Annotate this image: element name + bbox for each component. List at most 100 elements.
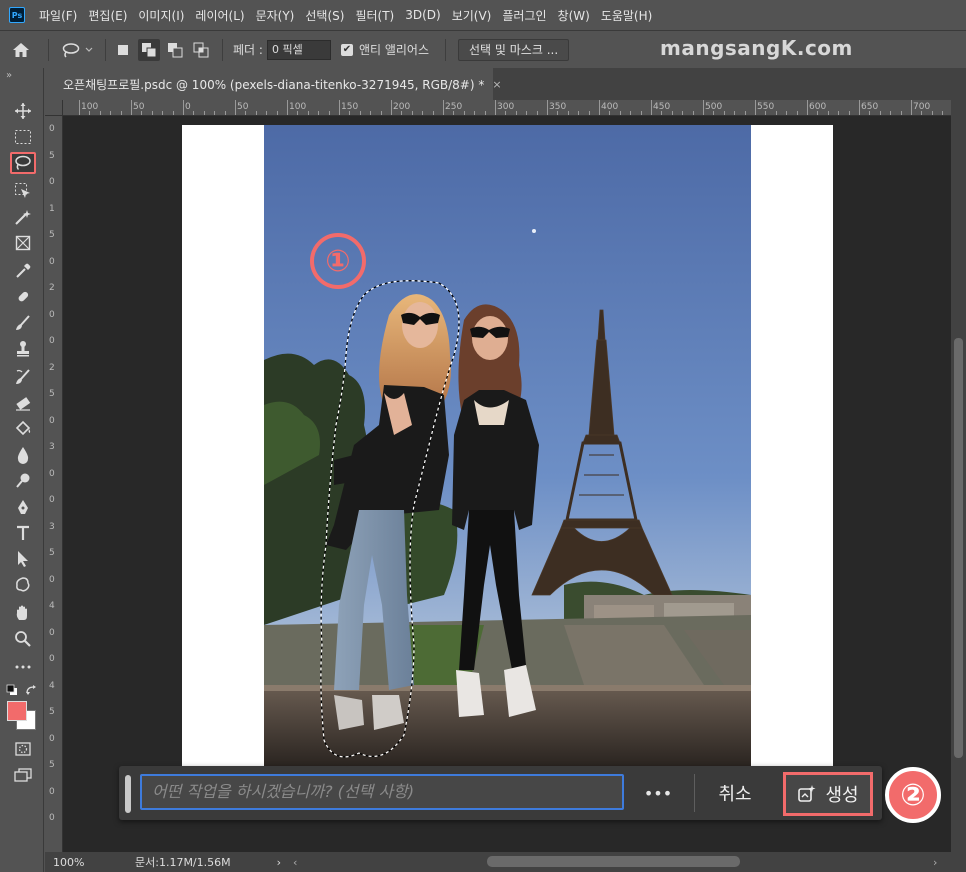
menu-edit[interactable]: 편집(E) (88, 7, 127, 24)
document-tab[interactable]: 오픈채팅프로필.psdc @ 100% (pexels-diana-titenk… (45, 68, 502, 100)
menu-plugins[interactable]: 플러그인 (502, 7, 546, 24)
canvas-area[interactable] (63, 116, 951, 852)
ruler-tick (859, 100, 860, 115)
menu-file[interactable]: 파일(F) (39, 7, 77, 24)
custom-shape-tool-icon[interactable] (10, 574, 36, 596)
ruler-minor-tick (942, 111, 944, 115)
marquee-tool-icon[interactable] (10, 126, 36, 148)
ruler-tick-label: 0 (49, 813, 55, 823)
artboard (182, 125, 833, 767)
frame-tool-icon[interactable] (10, 232, 36, 254)
cancel-button[interactable]: 취소 (707, 774, 763, 812)
ruler-tick (911, 100, 912, 115)
ruler-tick (703, 100, 704, 115)
swap-colors-icon[interactable] (25, 684, 37, 696)
status-menu-arrow[interactable]: › (277, 856, 281, 869)
hand-tool-icon[interactable] (10, 602, 36, 624)
menu-window[interactable]: 창(W) (558, 7, 590, 24)
generative-fill-prompt-input[interactable]: 어떤 작업을 하시겠습니까? (선택 사항) (140, 774, 624, 810)
ruler-tick (599, 100, 600, 115)
annotation-badge-2: ② (885, 767, 941, 823)
ruler-minor-tick (723, 111, 725, 115)
home-icon[interactable] (0, 42, 42, 58)
ruler-tick-label: 4 (49, 680, 55, 691)
object-selection-tool-icon[interactable] (10, 180, 36, 202)
menu-filter[interactable]: 필터(T) (355, 7, 394, 24)
ruler-minor-tick (484, 111, 486, 115)
antialias-checkbox[interactable]: ✔ (340, 43, 353, 56)
ruler-minor-tick (193, 111, 195, 115)
menu-layer[interactable]: 레이어(L) (195, 7, 244, 24)
divider (222, 38, 223, 61)
quick-selection-tool-icon[interactable] (10, 206, 36, 228)
status-bar: 100% 문서:1.17M/1.56M › ‹ › (45, 852, 966, 872)
ruler-minor-tick (99, 111, 101, 115)
ruler-minor-tick (110, 111, 112, 115)
new-selection-button[interactable] (112, 39, 134, 61)
ruler-tick-label: 0 (49, 786, 55, 797)
eyedropper-tool-icon[interactable] (10, 260, 36, 282)
horizontal-scrollbar-thumb[interactable] (487, 856, 740, 867)
ruler-tick-label: 5 (49, 150, 55, 161)
ruler-minor-tick (349, 111, 351, 115)
feather-input[interactable]: 0 픽셀 (266, 39, 331, 60)
close-icon[interactable]: × (492, 78, 501, 91)
path-selection-tool-icon[interactable] (10, 548, 36, 570)
lasso-tool-icon[interactable] (10, 152, 36, 174)
ruler-minor-tick (515, 111, 517, 115)
ruler-tick-label: 5 (49, 230, 55, 240)
type-tool-icon[interactable] (10, 522, 36, 544)
blur-tool-icon[interactable] (10, 444, 36, 466)
pen-tool-icon[interactable] (10, 496, 36, 518)
more-options-button[interactable]: ••• (643, 776, 673, 810)
ruler-minor-tick (775, 111, 777, 115)
horizontal-ruler: 100 50 0 50 100 150 200 250 300 350 400 450 500 550 60… (63, 100, 951, 116)
ruler-minor-tick (89, 111, 91, 115)
dodge-tool-icon[interactable] (10, 470, 36, 492)
menu-select[interactable]: 선택(S) (305, 7, 344, 24)
intersect-selection-button[interactable] (190, 39, 212, 61)
default-colors-icon[interactable] (6, 684, 18, 696)
scroll-left-icon[interactable]: ‹ (293, 856, 297, 869)
divider (105, 38, 106, 61)
more-tools-icon[interactable] (10, 656, 36, 678)
ruler-tick-label: 0 (49, 177, 55, 187)
vertical-scrollbar[interactable] (951, 100, 966, 852)
ruler-tick-label: 2 (49, 283, 55, 293)
select-and-mask-button[interactable]: 선택 및 마스크 ... (458, 38, 570, 61)
clone-stamp-tool-icon[interactable] (10, 338, 36, 360)
lasso-preset-picker[interactable] (55, 42, 99, 58)
ruler-minor-tick (255, 111, 257, 115)
zoom-tool-icon[interactable] (10, 628, 36, 650)
healing-brush-tool-icon[interactable] (10, 286, 36, 308)
ruler-minor-tick (744, 111, 746, 115)
menu-3d[interactable]: 3D(D) (405, 8, 440, 22)
menu-type[interactable]: 문자(Y) (256, 7, 295, 24)
zoom-level[interactable]: 100% (53, 856, 103, 869)
taskbar-drag-handle[interactable] (125, 775, 131, 813)
add-to-selection-button[interactable] (138, 38, 160, 61)
screen-mode-icon[interactable] (10, 764, 36, 786)
foreground-color-swatch[interactable] (7, 701, 27, 721)
generate-button[interactable]: 생성 (783, 772, 873, 816)
ruler-minor-tick (411, 111, 413, 115)
vertical-scrollbar-thumb[interactable] (954, 338, 963, 758)
subtract-from-selection-button[interactable] (164, 39, 186, 61)
ruler-minor-tick (692, 111, 694, 115)
move-tool-icon[interactable] (10, 100, 36, 122)
menu-view[interactable]: 보기(V) (452, 7, 492, 24)
history-brush-tool-icon[interactable] (10, 366, 36, 388)
brush-tool-icon[interactable] (10, 312, 36, 334)
menu-image[interactable]: 이미지(I) (138, 7, 184, 24)
ruler-tick-label: 0 (185, 102, 191, 112)
ruler-corner (45, 100, 63, 116)
collapse-toolbar-button[interactable]: » (6, 70, 12, 81)
paint-bucket-tool-icon[interactable] (10, 418, 36, 440)
ruler-minor-tick (765, 111, 767, 115)
ruler-minor-tick (640, 111, 642, 115)
ruler-minor-tick (297, 111, 299, 115)
scroll-right-icon[interactable]: › (933, 856, 937, 869)
menu-help[interactable]: 도움말(H) (601, 7, 653, 24)
eraser-tool-icon[interactable] (10, 392, 36, 414)
quick-mask-icon[interactable] (10, 738, 36, 760)
